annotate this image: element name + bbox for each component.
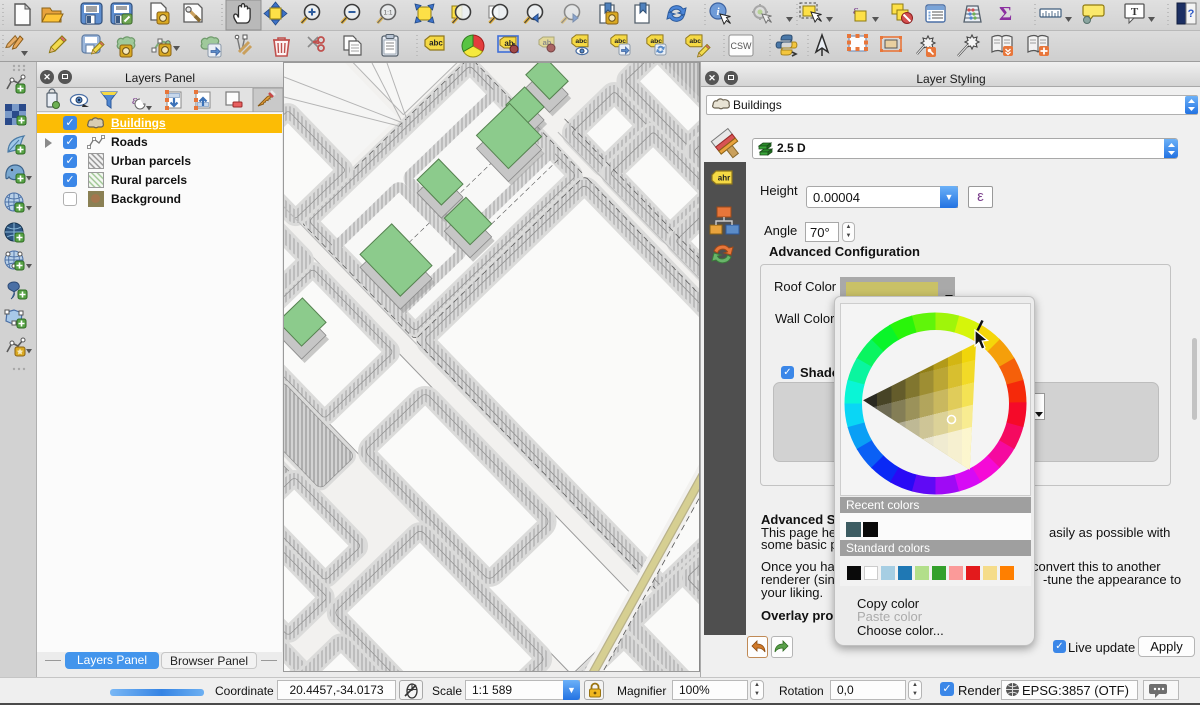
svg-text:ahr: ahr (718, 174, 730, 183)
svg-text:CSW: CSW (731, 41, 753, 51)
svg-text:T: T (1131, 6, 1139, 18)
svg-text:1:1: 1:1 (383, 10, 392, 17)
svg-text:?: ? (1188, 8, 1195, 20)
svg-text:Σ: Σ (999, 3, 1012, 25)
